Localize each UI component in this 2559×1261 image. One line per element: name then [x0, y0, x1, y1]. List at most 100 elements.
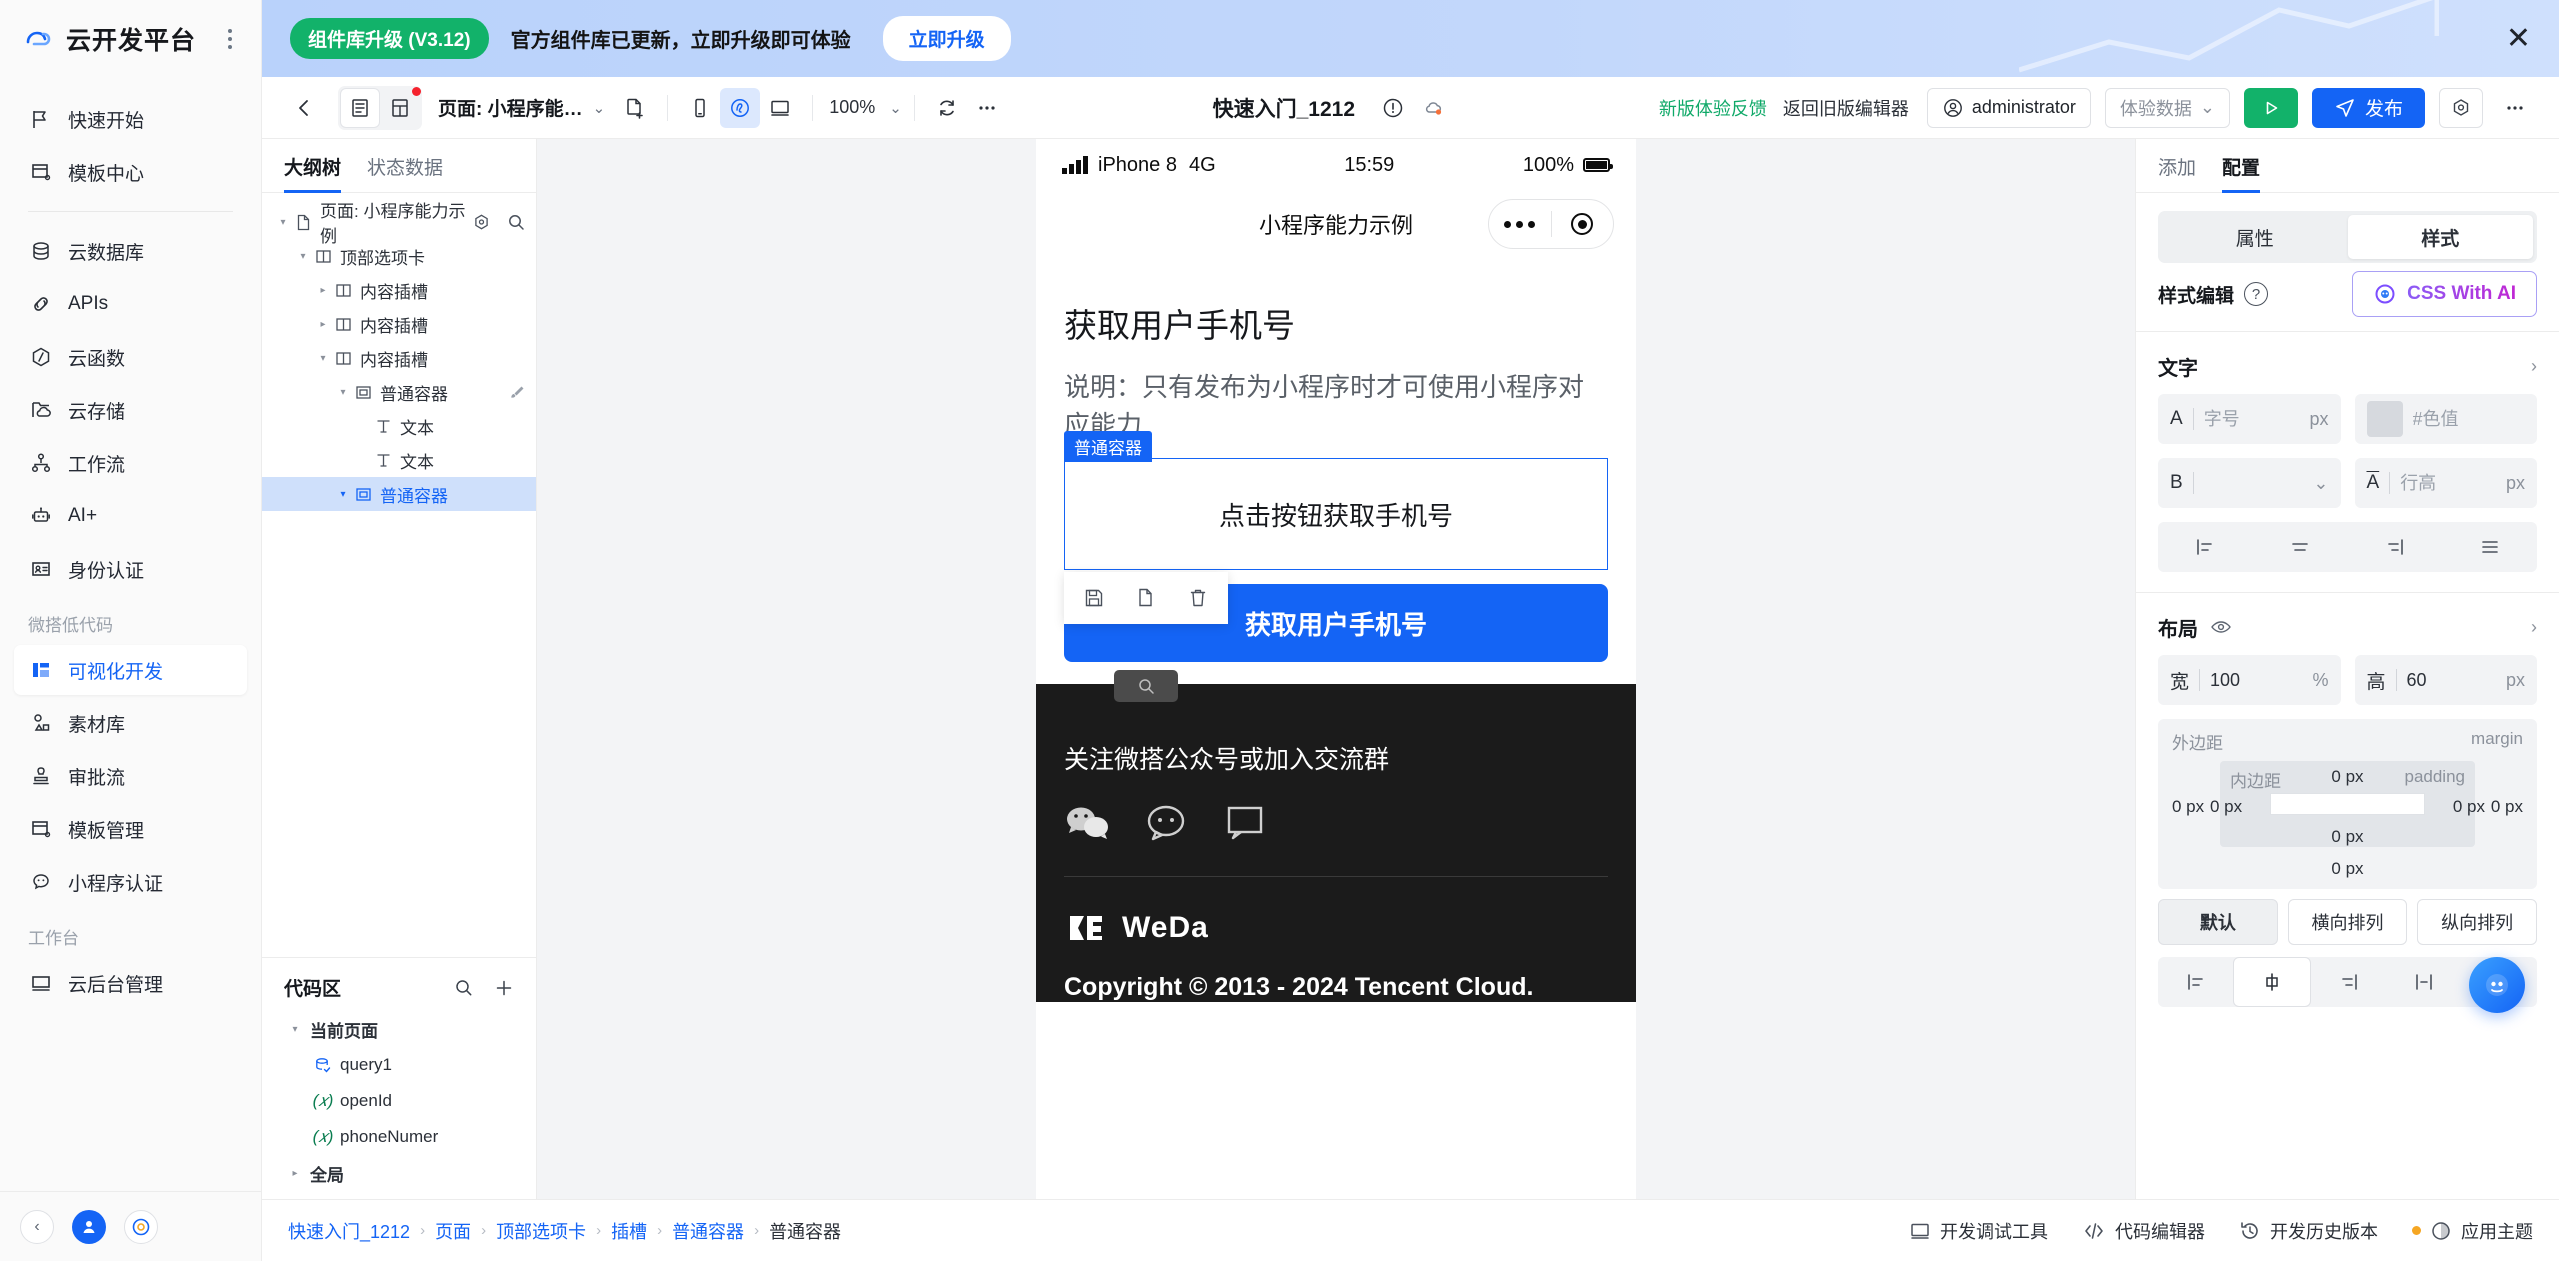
miniprogram-device-icon[interactable]: [720, 87, 761, 128]
tab-outline-tree[interactable]: 大纲树: [284, 153, 342, 193]
sidebar-item-apis[interactable]: APIs: [14, 279, 247, 329]
tab-state-data[interactable]: 状态数据: [367, 153, 443, 192]
width-field[interactable]: 宽 %: [2158, 655, 2341, 705]
search-icon[interactable]: [454, 978, 474, 998]
code-editor-button[interactable]: 代码编辑器: [2082, 1218, 2205, 1244]
selected-container[interactable]: 点击按钮获取手机号: [1064, 458, 1608, 571]
user-icon[interactable]: [72, 1209, 106, 1244]
more-horizontal-icon[interactable]: [967, 88, 1007, 128]
sidebar-item-visualdev[interactable]: 可视化开发: [14, 645, 247, 695]
brush-icon[interactable]: [507, 383, 526, 402]
chevron-down-icon[interactable]: ⌄: [593, 99, 606, 117]
old-editor-link[interactable]: 返回旧版编辑器: [1783, 95, 1909, 121]
height-input[interactable]: [2406, 669, 2496, 691]
line-height-field[interactable]: A px: [2354, 458, 2537, 508]
code-row-phonenumer[interactable]: (𝑥) phoneNumer: [262, 1119, 536, 1155]
chevron-left-icon[interactable]: ‹: [20, 1209, 54, 1244]
code-row-openid[interactable]: (𝑥) openId: [262, 1083, 536, 1119]
chevron-down-icon[interactable]: ▾: [334, 387, 352, 398]
tab-config[interactable]: 配置: [2222, 153, 2261, 193]
sidebar-item-workflow[interactable]: 工作流: [14, 438, 247, 488]
align-left-icon[interactable]: [2158, 522, 2253, 572]
close-icon[interactable]: ✕: [2506, 23, 2531, 54]
kebab-menu-icon[interactable]: [221, 28, 239, 49]
font-size-input[interactable]: [2203, 408, 2300, 430]
chevron-down-icon[interactable]: ▾: [294, 251, 312, 262]
breadcrumb-item[interactable]: 插槽: [611, 1218, 647, 1244]
tab-add[interactable]: 添加: [2158, 153, 2196, 192]
tree-node-text[interactable]: 文本: [262, 409, 536, 443]
user-chip[interactable]: administrator: [1926, 87, 2091, 128]
eye-icon[interactable]: [2210, 616, 2232, 638]
save-icon[interactable]: [1068, 578, 1120, 618]
outline-view-icon[interactable]: [340, 87, 380, 128]
sidebar-item-database[interactable]: 云数据库: [14, 226, 247, 276]
zoom-level[interactable]: 100%: [829, 97, 875, 118]
css-with-ai-button[interactable]: CSS With AI: [2352, 271, 2537, 317]
text-color-input[interactable]: [2412, 408, 2525, 430]
chevron-down-icon[interactable]: ▾: [314, 353, 332, 364]
breadcrumb-item[interactable]: 顶部选项卡: [496, 1218, 586, 1244]
chevron-right-icon[interactable]: ▸: [314, 285, 332, 296]
chat-bubble-icon[interactable]: [1144, 802, 1190, 842]
chevron-right-icon[interactable]: ▸: [314, 319, 332, 330]
padding-left-value[interactable]: 0 px: [2210, 797, 2242, 817]
message-icon[interactable]: [1224, 802, 1268, 842]
stretch-icon[interactable]: [2386, 957, 2461, 1007]
font-size-field[interactable]: A px: [2158, 394, 2341, 444]
upgrade-now-button[interactable]: 立即升级: [882, 16, 1011, 61]
tree-node-container-selected[interactable]: ▾ 普通容器: [262, 477, 536, 511]
sidebar-item-templatemanage[interactable]: 模板管理: [14, 804, 247, 854]
tree-node-tabcontainer[interactable]: ▾ 顶部选项卡: [262, 239, 536, 273]
chevron-right-icon[interactable]: ›: [2531, 617, 2537, 638]
line-height-input[interactable]: [2400, 472, 2496, 494]
settings-hex-icon[interactable]: [2439, 87, 2483, 128]
margin-left-value[interactable]: 0 px: [2172, 797, 2204, 817]
chevron-right-icon[interactable]: ▸: [286, 1168, 304, 1179]
wechat-icon[interactable]: [1064, 802, 1110, 842]
padding-top-value[interactable]: 0 px: [2331, 767, 2363, 787]
font-weight-input[interactable]: [2203, 472, 2304, 494]
segment-styles[interactable]: 样式: [2347, 215, 2533, 259]
trash-icon[interactable]: [1172, 578, 1224, 618]
support-icon[interactable]: [124, 1209, 158, 1244]
plus-icon[interactable]: [494, 978, 514, 998]
mobile-device-icon[interactable]: [680, 88, 720, 128]
grid-view-icon[interactable]: [380, 86, 421, 128]
sidebar-item-templatecenter[interactable]: 模板中心: [14, 147, 247, 197]
question-icon[interactable]: ?: [2244, 282, 2269, 306]
chevron-down-icon[interactable]: ▾: [286, 1024, 304, 1035]
margin-bottom-value[interactable]: 0 px: [2331, 859, 2363, 879]
align-center-icon[interactable]: [2253, 522, 2348, 572]
cloud-status-icon[interactable]: [1413, 88, 1453, 128]
breadcrumb-item[interactable]: 普通容器: [672, 1218, 744, 1244]
publish-button[interactable]: 发布: [2311, 87, 2425, 128]
sidebar-item-aiplus[interactable]: AI+: [14, 491, 247, 541]
tree-node-container[interactable]: ▾ 普通容器: [262, 375, 536, 409]
tree-node-text[interactable]: 文本: [262, 443, 536, 477]
refresh-icon[interactable]: [927, 88, 967, 128]
align-middle-icon[interactable]: [2233, 957, 2311, 1007]
sidebar-item-cloudfunction[interactable]: 云函数: [14, 332, 247, 382]
chevron-right-icon[interactable]: ›: [2531, 356, 2537, 377]
segment-properties[interactable]: 属性: [2162, 215, 2348, 259]
sidebar-item-miniprogramauth[interactable]: 小程序认证: [14, 857, 247, 907]
width-input[interactable]: [2210, 669, 2303, 691]
preview-button[interactable]: [2243, 87, 2298, 128]
sidebar-item-quickstart[interactable]: 快速开始: [14, 94, 247, 144]
tree-root-page[interactable]: ▾ 页面: 小程序能力示例: [262, 202, 536, 246]
breadcrumb-item[interactable]: 页面: [435, 1218, 471, 1244]
chevron-down-icon[interactable]: ▾: [334, 489, 352, 500]
breadcrumb-item[interactable]: 快速入门_1212: [288, 1218, 410, 1244]
align-start-icon[interactable]: [2158, 957, 2233, 1007]
history-button[interactable]: 开发历史版本: [2239, 1218, 2378, 1244]
code-row-current-page[interactable]: ▾ 当前页面: [262, 1011, 536, 1047]
add-page-icon[interactable]: [615, 88, 655, 128]
sidebar-item-identity[interactable]: 身份认证: [14, 544, 247, 594]
sidebar-item-approval[interactable]: 审批流: [14, 751, 247, 801]
more-dots-icon[interactable]: [1489, 220, 1551, 228]
tree-node-slot[interactable]: ▸ 内容插槽: [262, 273, 536, 307]
direction-vertical[interactable]: 纵向排列: [2417, 899, 2538, 945]
search-icon[interactable]: [507, 213, 526, 232]
desktop-device-icon[interactable]: [760, 88, 800, 128]
